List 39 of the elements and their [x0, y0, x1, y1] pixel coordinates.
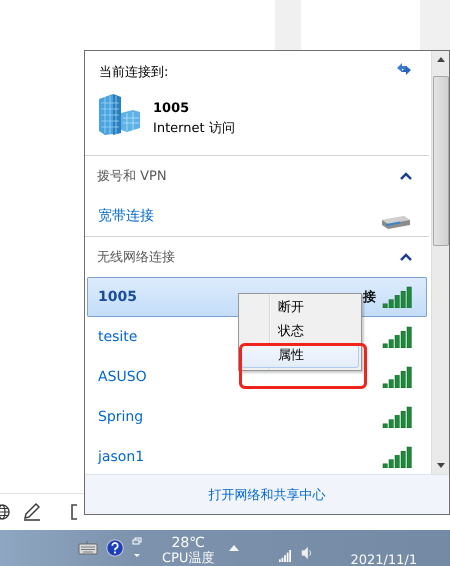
menu-item[interactable]: 状态 [241, 320, 359, 344]
signal-bars-icon [382, 366, 412, 388]
network-name[interactable]: jason1 [98, 449, 144, 465]
current-connection-label: 当前连接到: [99, 64, 168, 81]
scroll-down-icon[interactable] [436, 463, 444, 468]
refresh-arrows-icon[interactable] [395, 61, 413, 77]
network-name[interactable]: 宽带连接 [98, 208, 154, 224]
menu-item[interactable]: 断开 [241, 296, 359, 320]
pen-icon[interactable] [22, 502, 42, 522]
restore-icon[interactable] [132, 537, 142, 559]
section-title: 无线网络连接 [97, 249, 175, 266]
collapse-chevron-icon[interactable] [400, 253, 412, 261]
network-name[interactable]: ASUSO [98, 369, 147, 385]
network-name[interactable]: tesite [98, 329, 138, 345]
signal-bars-icon [382, 406, 412, 428]
scroll-thumb[interactable] [432, 76, 448, 246]
menu-item[interactable]: 属性 [241, 344, 359, 368]
signal-bars-icon [382, 326, 412, 348]
keyboard-icon[interactable] [78, 541, 98, 555]
network-center-link[interactable]: 打开网络和共享中心 [208, 486, 326, 504]
network-building-icon [97, 93, 141, 135]
scrollbar[interactable] [431, 51, 449, 474]
background-window [420, 0, 450, 50]
network-name: 1005 [153, 100, 190, 118]
show-hidden-icons-icon[interactable] [228, 544, 240, 552]
scroll-up-icon[interactable] [436, 57, 444, 62]
signal-icon[interactable] [278, 550, 292, 562]
help-icon[interactable] [106, 539, 124, 557]
signal-bars-icon [382, 446, 412, 468]
modem-icon [380, 214, 412, 230]
access-status: Internet 访问 [153, 120, 235, 138]
section-title: 拨号和 VPN [97, 168, 167, 185]
network-name[interactable]: Spring [98, 409, 144, 425]
signal-bars-icon [382, 286, 412, 308]
temperature-reading: 28℃ [171, 535, 205, 551]
temperature-label: CPU温度 [162, 551, 214, 566]
background-window [275, 0, 301, 50]
collapse-chevron-icon[interactable] [400, 172, 412, 180]
clock-date[interactable]: 2021/11/1 [350, 552, 418, 566]
